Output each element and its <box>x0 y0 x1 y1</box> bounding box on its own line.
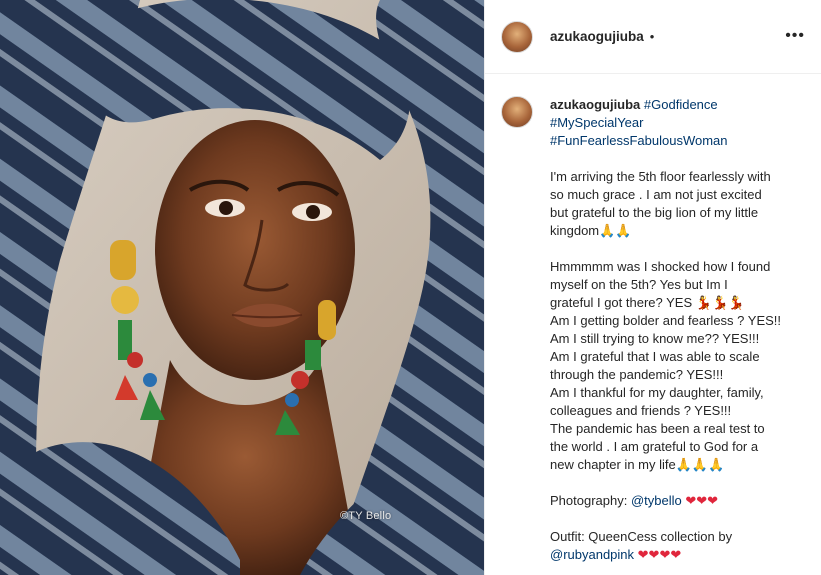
caption-line: through the pandemic? YES!!! <box>550 367 724 382</box>
more-options-icon[interactable]: ••• <box>785 28 805 44</box>
caption-photography-credit: Photography: @tybello ❤❤❤ <box>550 492 805 510</box>
caption-block: azukaogujiuba #Godfidence #MySpecialYear… <box>485 74 821 564</box>
post-photo[interactable]: ©TY Bello <box>0 0 484 575</box>
post-author-username[interactable]: azukaogujiuba <box>550 29 644 44</box>
praying-hands-emoji: 🙏🙏 <box>599 223 632 238</box>
caption-line: Am I grateful that I was able to scale <box>550 349 760 364</box>
heart-emoji: ❤❤❤❤ <box>637 547 682 562</box>
hashtag-myspecialyear[interactable]: #MySpecialYear <box>550 114 805 132</box>
caption-paragraph-2: Hmmmmm was I shocked how I found myself … <box>550 258 805 474</box>
caption-text: azukaogujiuba #Godfidence #MySpecialYear… <box>550 96 805 564</box>
praying-hands-emoji: 🙏🙏🙏 <box>675 457 725 472</box>
caption-line: the world . I am grateful to God for a <box>550 439 759 454</box>
hashtag-godfidence[interactable]: #Godfidence <box>644 97 718 112</box>
caption-line: kingdom <box>550 223 600 238</box>
hashtag-funfearlessfabulouswoman[interactable]: #FunFearlessFabulousWoman <box>550 132 805 150</box>
caption-outfit-credit: Outfit: QueenCess collection by @rubyand… <box>550 528 805 564</box>
caption-avatar[interactable] <box>501 96 533 128</box>
post-header: azukaogujiuba • ••• <box>485 0 821 74</box>
caption-line: but grateful to the big lion of my littl… <box>550 205 759 220</box>
dancer-emoji: 💃💃💃 <box>695 295 745 310</box>
separator-dot: • <box>649 29 655 44</box>
photo-watermark: ©TY Bello <box>340 510 392 522</box>
caption-line: I'm arriving the 5th floor fearlessly wi… <box>550 169 771 184</box>
caption-paragraph-1: I'm arriving the 5th floor fearlessly wi… <box>550 168 805 240</box>
post-side-panel: azukaogujiuba • ••• azukaogujiuba #Godfi… <box>484 0 821 575</box>
portrait-image <box>0 0 484 575</box>
caption-line: Hmmmmm was I shocked how I found <box>550 259 771 274</box>
photographer-handle-link[interactable]: @tybello <box>631 493 682 508</box>
caption-line: Am I still trying to know me?? YES!!! <box>550 331 760 346</box>
caption-line: The pandemic has been a real test to <box>550 421 765 436</box>
caption-line: grateful I got there? YES <box>550 295 693 310</box>
designer-handle-link[interactable]: @rubyandpink <box>550 547 634 562</box>
caption-line: Am I thankful for my daughter, family, <box>550 385 764 400</box>
caption-line: colleagues and friends ? YES!!! <box>550 403 732 418</box>
caption-line: myself on the 5th? Yes but Im I <box>550 277 728 292</box>
caption-username[interactable]: azukaogujiuba <box>550 97 640 112</box>
heart-emoji: ❤❤❤ <box>685 493 719 508</box>
caption-line: Am I getting bolder and fearless ? YES!! <box>550 313 782 328</box>
outfit-label: Outfit: QueenCess collection by <box>550 529 733 544</box>
avatar[interactable] <box>501 20 533 53</box>
caption-line: so much grace . I am not just excited <box>550 187 762 202</box>
photography-label: Photography: <box>550 493 628 508</box>
caption-line: new chapter in my life <box>550 457 676 472</box>
